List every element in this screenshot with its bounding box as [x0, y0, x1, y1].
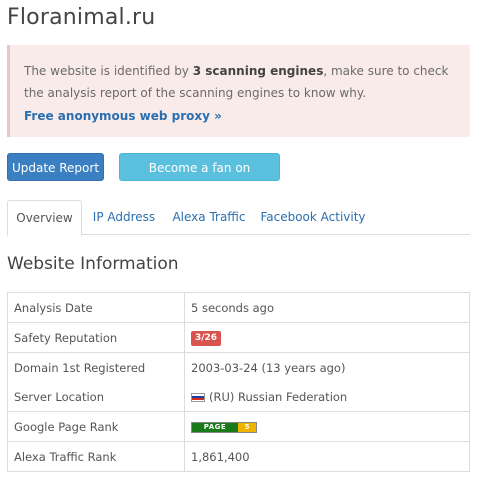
- alexa-traffic-rank-value: 1,861,400: [184, 441, 470, 472]
- scan-alert: The website is identified by 3 scanning …: [7, 45, 470, 137]
- server-location-value: (RU) Russian Federation: [209, 389, 348, 404]
- website-info-table: Analysis Date 5 seconds ago Safety Reput…: [7, 292, 470, 472]
- alert-text-before: The website is identified by: [24, 64, 193, 78]
- page-rank-badge: PAGE RANK 5: [191, 421, 257, 440]
- table-row: Alexa Traffic Rank 1,861,400: [7, 441, 470, 472]
- safety-reputation-label: Safety Reputation: [7, 322, 185, 353]
- page-rank-value: 5: [238, 422, 256, 432]
- analysis-date-label: Analysis Date: [7, 292, 185, 323]
- section-title: Website Information: [7, 254, 179, 274]
- tab-bar: Overview IP Address Alexa Traffic Facebo…: [7, 200, 470, 236]
- alert-text-bold: 3 scanning engines: [192, 64, 324, 78]
- server-location-label: Server Location: [7, 382, 185, 412]
- table-row: Analysis Date 5 seconds ago: [7, 292, 470, 323]
- page-title: Floranimal.ru: [7, 5, 156, 30]
- analysis-date-value: 5 seconds ago: [184, 292, 470, 323]
- table-row: Server Location (RU) Russian Federation: [7, 382, 470, 412]
- safety-badge[interactable]: 3/26: [191, 331, 222, 346]
- free-proxy-link[interactable]: Free anonymous web proxy »: [24, 105, 222, 127]
- update-report-button[interactable]: Update Report: [7, 153, 104, 181]
- table-row: Safety Reputation 3/26: [7, 322, 470, 353]
- alexa-traffic-rank-label: Alexa Traffic Rank: [7, 441, 185, 472]
- tab-facebook-activity[interactable]: Facebook Activity: [259, 200, 367, 235]
- domain-registered-value: 2003-03-24 (13 years ago): [184, 352, 470, 382]
- tab-ip-address[interactable]: IP Address: [87, 200, 161, 235]
- tab-alexa-traffic[interactable]: Alexa Traffic: [167, 200, 251, 235]
- table-row: Domain 1st Registered 2003-03-24 (13 yea…: [7, 352, 470, 382]
- tab-overview[interactable]: Overview: [7, 200, 82, 236]
- russia-flag-icon: [191, 392, 205, 402]
- google-page-rank-label: Google Page Rank: [7, 411, 185, 442]
- table-row: Google Page Rank PAGE RANK 5: [7, 411, 470, 442]
- facebook-fan-button[interactable]: Become a fan on Facebook: [119, 153, 280, 203]
- page-rank-text: PAGE RANK: [192, 422, 238, 440]
- domain-registered-label: Domain 1st Registered: [7, 352, 185, 382]
